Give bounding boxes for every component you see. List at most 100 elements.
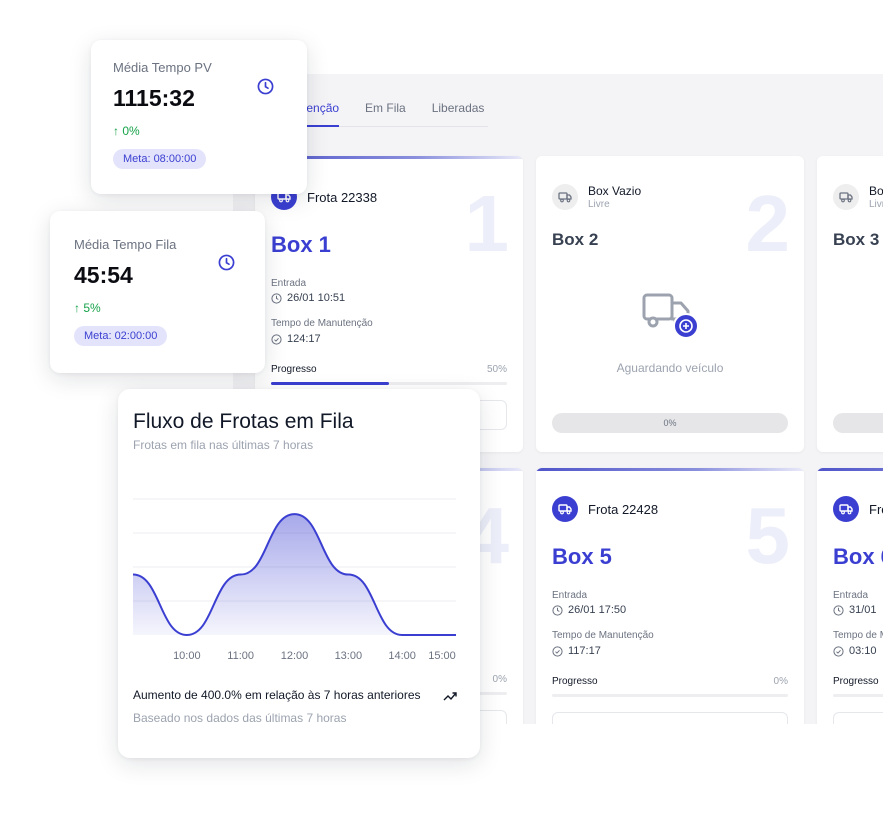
card-action-button[interactable] [833,712,883,724]
box-status-sub: Livre [869,199,883,210]
box-title: Box 2 [552,230,599,249]
timer-check-icon [833,645,844,657]
x-tick-label: 15:00 [428,650,456,662]
maint-value: 124:17 [271,333,321,345]
progress-row: Progresso 50% [271,364,507,375]
card-action-button[interactable] [552,712,788,724]
kpi-trend: ↑ 5% [74,301,241,315]
box-number-watermark: 2 [745,179,791,268]
awaiting-vehicle-text: Aguardando veículo [616,361,724,375]
box-title: Box 6 [833,544,883,569]
maint-label: Tempo de Manutenção [552,630,654,641]
progress-row: Progresso 0% [552,676,788,687]
kpi-value: 45:54 [74,262,133,288]
progress-label: Progresso [833,676,879,687]
entry-value: 26/01 17:50 [552,604,626,616]
tab-em-fila[interactable]: Em Fila [365,98,406,126]
maint-value: 03:10 [833,645,877,657]
maint-value: 117:17 [552,645,601,657]
kpi-trend: ↑ 0% [113,124,285,138]
entry-time: 26/01 10:51 [287,292,346,304]
chart-title: Fluxo de Frotas em Fila [133,410,354,433]
box-number-watermark: 1 [464,179,510,268]
entry-label: Entrada [271,278,307,289]
x-tick-label: 10:00 [173,650,201,662]
maint-time: 117:17 [568,645,601,657]
progress-label: Progresso [552,676,598,687]
box-card-2[interactable]: 2 Box Vazio Livre Box 2 Aguardando veícu… [536,156,804,452]
box-number-watermark: 5 [745,491,791,580]
trending-up-icon [443,692,457,701]
progress-label: Progresso [271,364,317,375]
box-card-6[interactable]: Frota Box 6 Entrada 31/01 Tempo de Manut… [817,468,883,724]
clock-icon [552,604,563,616]
entry-value: 26/01 10:51 [271,292,345,304]
clock-icon [271,292,282,304]
fleet-name: Frota 22338 [307,189,378,205]
clock-icon [218,254,235,271]
kpi-card-fila: Média Tempo Fila 45:54 ↑ 5% Meta: 02:00:… [50,211,265,373]
arrow-up-icon: ↑ [113,124,119,138]
box-status-sub: Livre [588,199,610,210]
card-header: Box Vazio Livre [552,184,641,210]
truck-icon [552,496,578,522]
progress-pill [833,413,883,433]
card-header: Frota 22428 [552,496,658,522]
progress-fill [271,382,389,385]
progress-bar [833,694,883,697]
box-title: Box 1 [271,232,331,257]
x-tick-label: 11:00 [227,650,254,662]
entry-time: 31/01 [849,604,877,616]
chart-card: Fluxo de Frotas em Fila Frotas em fila n… [118,389,480,758]
truck-add-icon [642,291,700,346]
card-accent-bar [536,468,804,471]
tab-liberadas[interactable]: Liberadas [432,98,485,126]
entry-label: Entrada [552,590,588,601]
kpi-trend-value: 5% [83,301,101,315]
kpi-meta-badge: Meta: 08:00:00 [113,149,207,169]
maint-label: Tempo de Manutenção [833,630,883,641]
entry-label: Entrada [833,590,869,601]
x-tick-label: 14:00 [388,650,416,662]
entry-time: 26/01 17:50 [568,604,627,616]
arrow-up-icon: ↑ [74,301,80,315]
fleet-name: Frota [869,501,883,517]
maint-time: 124:17 [287,333,321,345]
maint-time: 03:10 [849,645,877,657]
progress-value: 0% [773,676,788,687]
timer-check-icon [271,333,282,345]
queue-area-chart: 10:00 11:00 12:00 13:00 14:00 15:00 [132,498,456,662]
box-card-5[interactable]: 5 Frota 22428 Box 5 Entrada 26/01 17:50 … [536,468,804,724]
x-tick-label: 12:00 [281,650,309,662]
kpi-meta-badge: Meta: 02:00:00 [74,326,168,346]
truck-icon [833,496,859,522]
kpi-label: Média Tempo PV [113,60,212,75]
box-title: Box 3 [833,230,880,249]
progress-value: 50% [486,364,507,375]
fleet-name: Frota 22428 [588,501,659,517]
progress-pill: 0% [552,413,788,433]
timer-check-icon [552,645,563,657]
chart-subtitle: Frotas em fila nas últimas 7 horas [133,438,314,452]
x-tick-label: 13:00 [335,650,363,662]
kpi-trend-value: 0% [122,124,140,138]
progress-bar [271,382,507,385]
box-status-title: Box Vazio [869,184,883,198]
entry-value: 31/01 [833,604,877,616]
kpi-card-pv: Média Tempo PV 1115:32 ↑ 0% Meta: 08:00:… [91,40,307,194]
kpi-label: Média Tempo Fila [74,237,177,252]
card-accent-bar [817,468,883,471]
clock-icon [833,604,844,616]
progress-row: Progresso [833,676,883,687]
clock-icon [257,78,274,95]
progress-bar [552,694,788,697]
chart-footer-sub: Baseado nos dados das últimas 7 horas [133,711,347,726]
box-status-title: Box Vazio [588,184,642,198]
truck-icon [833,184,859,210]
chart-area [133,514,456,635]
progress-value: 0% [492,674,507,685]
truck-icon [552,184,578,210]
box-card-3[interactable]: Box Vazio Livre Box 3 [817,156,883,452]
maint-label: Tempo de Manutenção [271,318,373,329]
card-header: Frota [833,496,883,522]
